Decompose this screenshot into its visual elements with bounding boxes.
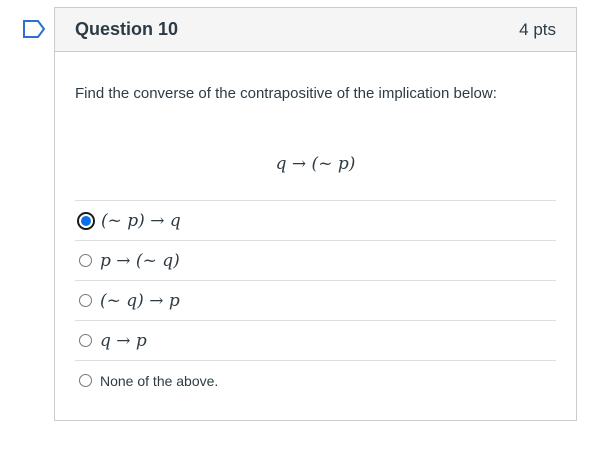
answer-option-2[interactable]: p → (~ q) [75,240,556,280]
flag-question-icon[interactable] [22,20,46,38]
question-header: Question 10 4 pts [55,8,576,52]
question-points: 4 pts [519,19,556,39]
question-title: Question 10 [75,19,179,39]
radio-icon[interactable] [79,374,92,387]
answer-list: (~ p) → q p → (~ q) (~ q) → p q → p None… [75,200,556,400]
question-card: Question 10 4 pts Find the converse of t… [54,7,577,421]
answer-option-4[interactable]: q → p [75,320,556,360]
answer-label[interactable]: (~ p) → q [101,211,181,231]
answer-label[interactable]: p → (~ q) [100,251,180,271]
answer-label[interactable]: q → p [100,331,147,351]
answer-label[interactable]: None of the above. [100,373,218,389]
radio-selected-icon[interactable] [77,211,95,230]
radio-icon[interactable] [79,254,92,267]
question-prompt: Find the converse of the contrapositive … [75,85,497,102]
radio-icon[interactable] [79,334,92,347]
answer-label[interactable]: (~ q) → p [100,291,180,311]
radio-icon[interactable] [79,294,92,307]
answer-option-3[interactable]: (~ q) → p [75,280,556,320]
question-body: Find the converse of the contrapositive … [55,85,576,400]
answer-option-1[interactable]: (~ p) → q [75,200,556,240]
question-formula: q → (~ p) [275,154,356,174]
answer-option-5[interactable]: None of the above. [75,360,556,400]
